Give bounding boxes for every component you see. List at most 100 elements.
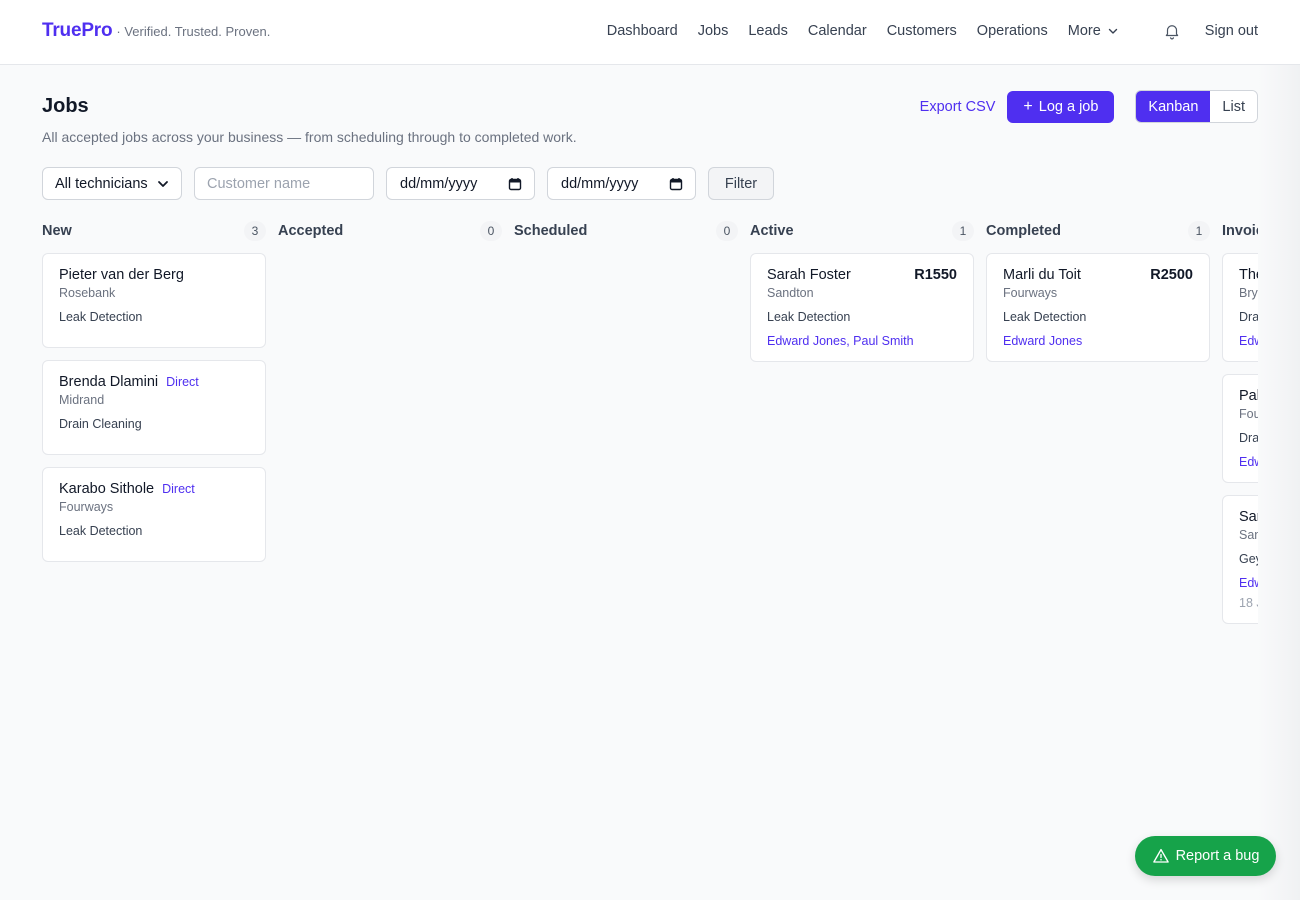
column-count: 3 <box>244 221 266 241</box>
card-service: Gey <box>1239 552 1258 566</box>
job-card[interactable]: Sarah Foster R1550 Sandton Leak Detectio… <box>750 253 974 362</box>
plus-icon: + <box>1023 97 1033 115</box>
column-title: New <box>42 223 72 239</box>
column-cards: Sarah Foster R1550 Sandton Leak Detectio… <box>750 253 974 374</box>
page-actions: Export CSV + Log a job Kanban List <box>920 90 1258 123</box>
column-cards: Pieter van der Berg Rosebank Leak Detect… <box>42 253 266 574</box>
nav-leads[interactable]: Leads <box>748 23 788 39</box>
job-card[interactable]: Pieter van der Berg Rosebank Leak Detect… <box>42 253 266 348</box>
job-card[interactable]: Pal Fou Dra Edw <box>1222 374 1258 483</box>
view-toggle: Kanban List <box>1135 90 1258 123</box>
chevron-down-icon <box>1108 28 1117 34</box>
nav-jobs[interactable]: Jobs <box>698 23 729 39</box>
column-header: Completed 1 <box>986 220 1210 242</box>
card-customer-name: Brenda Dlamini <box>59 374 159 390</box>
nav-more[interactable]: More <box>1068 23 1119 39</box>
card-technicians: Edw <box>1239 576 1258 590</box>
card-service: Drain Cleaning <box>59 417 142 431</box>
column-title: Invoic <box>1222 223 1258 239</box>
brand-tagline: · Verified. Trusted. Proven. <box>116 24 271 39</box>
card-location: Fourways <box>59 500 114 514</box>
column-title: Accepted <box>278 223 344 239</box>
page-title: Jobs <box>42 95 89 117</box>
view-list-button[interactable]: List <box>1210 91 1257 122</box>
card-location: Fourways <box>1003 286 1058 300</box>
nav-customers[interactable]: Customers <box>887 23 957 39</box>
job-card[interactable]: Sar San Gey Edw 18 J <box>1222 495 1258 624</box>
chevron-down-icon <box>158 180 168 187</box>
column-cards: The Bry Dra Edw Pal Fou Dra Edw Sar San … <box>1222 253 1258 636</box>
nav-operations[interactable]: Operations <box>977 23 1048 39</box>
card-service: Leak Detection <box>59 524 143 538</box>
report-bug-label: Report a bug <box>1175 848 1260 864</box>
column-count: 1 <box>952 221 974 241</box>
card-location: Midrand <box>59 393 105 407</box>
card-technicians: Edw <box>1239 455 1258 469</box>
bell-icon <box>1165 25 1179 40</box>
card-service: Leak Detection <box>1003 310 1087 324</box>
main-nav: Dashboard Jobs Leads Calendar Customers … <box>587 22 1258 40</box>
column-header: New 3 <box>42 220 266 242</box>
column-title: Active <box>750 223 794 239</box>
card-location: Rosebank <box>59 286 116 300</box>
card-location: Bry <box>1239 286 1258 300</box>
column-header: Accepted 0 <box>278 220 502 242</box>
column-completed: Completed 1 Marli du Toit R2500 Fourways… <box>986 220 1210 362</box>
column-title: Scheduled <box>514 223 588 239</box>
direct-badge: Direct <box>162 482 195 496</box>
direct-badge: Direct <box>166 375 199 389</box>
column-new: New 3 Pieter van der Berg Rosebank Leak … <box>42 220 266 562</box>
column-header: Invoic <box>1222 220 1258 242</box>
card-amount: R1550 <box>914 267 957 283</box>
kanban-board: New 3 Pieter van der Berg Rosebank Leak … <box>42 220 1258 820</box>
job-card[interactable]: The Bry Dra Edw <box>1222 253 1258 362</box>
column-count: 1 <box>1188 221 1210 241</box>
notifications-button[interactable] <box>1163 22 1181 40</box>
column-count: 0 <box>480 221 502 241</box>
job-card[interactable]: Brenda Dlamini Direct Midrand Drain Clea… <box>42 360 266 455</box>
calendar-icon <box>669 177 683 190</box>
card-location: San <box>1239 528 1258 542</box>
page-subtitle: All accepted jobs across your business —… <box>42 129 577 145</box>
technician-select-value: All technicians <box>55 175 148 192</box>
nav-more-label: More <box>1067 23 1101 39</box>
card-customer-name: Sar <box>1239 509 1258 525</box>
job-card[interactable]: Marli du Toit R2500 Fourways Leak Detect… <box>986 253 1210 362</box>
brand[interactable]: TruePro · Verified. Trusted. Proven. <box>42 20 270 42</box>
card-amount: R2500 <box>1150 267 1193 283</box>
card-date: 18 J <box>1239 596 1258 610</box>
date-to-input[interactable]: dd/mm/yyyy <box>547 167 696 200</box>
column-active: Active 1 Sarah Foster R1550 Sandton Leak… <box>750 220 974 362</box>
column-header: Scheduled 0 <box>514 220 738 242</box>
date-from-input[interactable]: dd/mm/yyyy <box>386 167 535 200</box>
card-customer-name: Pal <box>1239 388 1258 404</box>
report-bug-button[interactable]: Report a bug <box>1135 836 1276 876</box>
date-to-value: dd/mm/yyyy <box>561 175 639 192</box>
column-cards: Marli du Toit R2500 Fourways Leak Detect… <box>986 253 1210 374</box>
export-csv-link[interactable]: Export CSV <box>920 99 996 115</box>
calendar-icon <box>508 177 522 190</box>
filter-button[interactable]: Filter <box>708 167 774 200</box>
customer-name-input[interactable]: Customer name <box>194 167 374 200</box>
card-technicians: Edward Jones, Paul Smith <box>767 334 914 348</box>
card-customer-name: The <box>1239 267 1258 283</box>
warning-triangle-icon <box>1152 848 1169 863</box>
nav-dashboard[interactable]: Dashboard <box>607 23 678 39</box>
job-card[interactable]: Karabo Sithole Direct Fourways Leak Dete… <box>42 467 266 562</box>
card-location: Sandton <box>767 286 814 300</box>
card-service: Dra <box>1239 310 1258 324</box>
brand-name[interactable]: TruePro <box>42 20 113 42</box>
filter-bar: All technicians Customer name dd/mm/yyyy… <box>42 167 774 200</box>
nav-calendar[interactable]: Calendar <box>808 23 867 39</box>
view-kanban-button[interactable]: Kanban <box>1136 91 1211 122</box>
column-count: 0 <box>716 221 738 241</box>
card-service: Dra <box>1239 431 1258 445</box>
log-job-button[interactable]: + Log a job <box>1007 90 1115 123</box>
card-service: Leak Detection <box>767 310 851 324</box>
top-bar: TruePro · Verified. Trusted. Proven. Das… <box>0 0 1300 65</box>
technician-select[interactable]: All technicians <box>42 167 182 200</box>
card-technicians: Edward Jones <box>1003 334 1083 348</box>
date-from-value: dd/mm/yyyy <box>400 175 478 192</box>
sign-out-link[interactable]: Sign out <box>1205 23 1258 39</box>
column-invoiced: Invoic The Bry Dra Edw Pal Fou Dra Edw S… <box>1222 220 1258 624</box>
